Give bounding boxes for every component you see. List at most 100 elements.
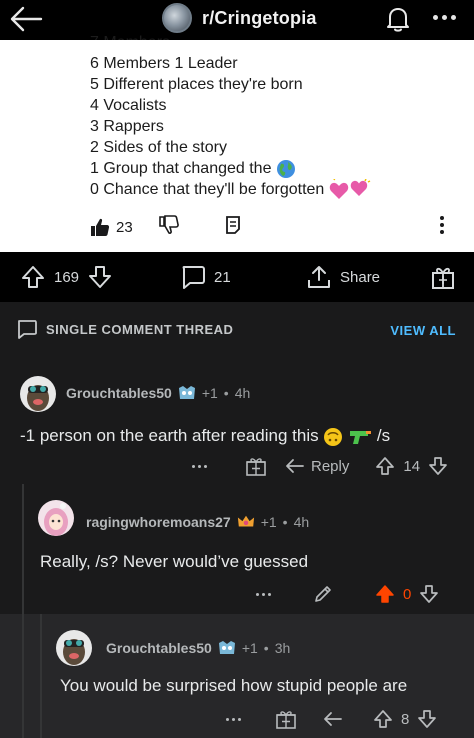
comment-actions: 0 bbox=[256, 584, 439, 604]
reply-button[interactable]: Reply bbox=[285, 457, 349, 475]
avatar-image bbox=[56, 630, 92, 666]
post-actions: 23 bbox=[90, 214, 241, 240]
subreddit-header[interactable]: r/Cringetopia bbox=[162, 2, 317, 34]
avatar[interactable] bbox=[38, 500, 74, 536]
back-button[interactable] bbox=[6, 2, 46, 36]
comment-score: 0 bbox=[403, 585, 412, 603]
bell-icon bbox=[387, 8, 409, 32]
like-count: 23 bbox=[116, 218, 133, 236]
separator-dot: • bbox=[223, 385, 229, 401]
water-pistol-emoji-icon bbox=[350, 430, 372, 444]
comment-author[interactable]: Grouchtables50 bbox=[106, 640, 212, 656]
post-line: 7 Members bbox=[90, 32, 371, 53]
post-line: 5 Different places they're born bbox=[90, 76, 303, 93]
separator-dot: • bbox=[282, 514, 288, 530]
more-dot-icon bbox=[440, 223, 444, 227]
comment-bubble-icon bbox=[182, 266, 205, 289]
reply-arrow-icon[interactable] bbox=[323, 710, 343, 728]
view-all-link[interactable]: VIEW ALL bbox=[390, 323, 456, 338]
comment-meta: Grouchtables50 +1 • 4h bbox=[66, 385, 250, 401]
globe-emoji-icon bbox=[276, 159, 295, 178]
comment-meta: Grouchtables50 +1 • 3h bbox=[106, 640, 290, 656]
document-icon bbox=[225, 215, 240, 234]
comment-bubble-icon bbox=[18, 320, 37, 339]
more-dot-icon bbox=[441, 14, 447, 20]
report-button[interactable] bbox=[225, 215, 241, 240]
award-button[interactable] bbox=[430, 264, 456, 290]
avatar[interactable] bbox=[20, 376, 56, 412]
comment-body: Really, /s? Never would’ve guessed bbox=[40, 552, 309, 571]
post-line: 2 Sides of the story bbox=[90, 139, 227, 156]
heart-emoji-icon bbox=[329, 179, 371, 199]
pencil-icon[interactable] bbox=[313, 584, 333, 604]
upvote-arrow-icon[interactable] bbox=[375, 584, 395, 604]
thumbs-up-icon bbox=[91, 218, 110, 236]
comment-body: You would be surprised how stupid people… bbox=[60, 676, 408, 695]
downvote-arrow-icon[interactable] bbox=[419, 584, 439, 604]
comment-score: 8 bbox=[401, 710, 410, 728]
comment-reply-highlighted: Grouchtables50 +1 • 3h You would be surp… bbox=[0, 614, 474, 738]
more-dot-icon bbox=[450, 14, 456, 20]
more-dot-icon bbox=[432, 14, 438, 20]
comment-meta: ragingwhoremoans27 +1 • 4h bbox=[86, 514, 309, 530]
thread-line bbox=[22, 614, 24, 738]
share-icon bbox=[308, 266, 330, 288]
downvote-arrow-icon[interactable] bbox=[417, 709, 437, 729]
post-line: 6 Members 1 Leader bbox=[90, 55, 238, 72]
upside-down-face-emoji-icon bbox=[324, 427, 343, 446]
comment-more-button[interactable] bbox=[256, 592, 271, 596]
flair-icon bbox=[178, 386, 195, 399]
upvote-arrow-icon[interactable] bbox=[373, 709, 393, 729]
share-button[interactable]: Share bbox=[306, 264, 380, 290]
dislike-button[interactable] bbox=[158, 214, 179, 240]
share-label: Share bbox=[340, 268, 381, 286]
post-score: 169 bbox=[54, 268, 80, 286]
comment-actions: 8 bbox=[226, 708, 437, 730]
comments-button[interactable]: 21 bbox=[180, 264, 231, 290]
post-line: 3 Rappers bbox=[90, 118, 164, 135]
upvote-arrow-icon[interactable] bbox=[20, 264, 46, 290]
back-arrow-icon bbox=[10, 6, 43, 32]
single-thread-bar: SINGLE COMMENT THREAD VIEW ALL bbox=[0, 302, 474, 360]
single-thread-label: SINGLE COMMENT THREAD bbox=[16, 318, 233, 340]
post-text: 7 Members 6 Members 1 Leader 5 Different… bbox=[90, 32, 371, 200]
thread-line bbox=[22, 484, 24, 614]
reply-arrow-icon bbox=[286, 459, 304, 473]
post-line: 0 Chance that they'll be forgotten bbox=[90, 179, 371, 200]
more-dot-icon bbox=[440, 230, 444, 234]
upvote-arrow-icon[interactable] bbox=[375, 456, 395, 476]
subreddit-name: r/Cringetopia bbox=[202, 7, 317, 28]
comment-author[interactable]: Grouchtables50 bbox=[66, 385, 172, 401]
comment: Grouchtables50 +1 • 4h -1 person on the … bbox=[0, 360, 474, 484]
post-line: 4 Vocalists bbox=[90, 97, 167, 114]
comment-body: -1 person on the earth after reading thi… bbox=[20, 426, 391, 446]
post-line: 1 Group that changed the bbox=[90, 158, 371, 179]
subreddit-avatar bbox=[162, 3, 192, 33]
post-vote-group: 169 bbox=[20, 264, 113, 290]
comment-author[interactable]: ragingwhoremoans27 bbox=[86, 514, 231, 530]
gift-icon[interactable] bbox=[275, 708, 297, 730]
downvote-arrow-icon[interactable] bbox=[87, 264, 113, 290]
comment-karma: +1 bbox=[201, 385, 218, 401]
downvote-arrow-icon[interactable] bbox=[428, 456, 448, 476]
crown-flair-icon bbox=[237, 515, 254, 527]
more-options-button[interactable] bbox=[424, 6, 464, 28]
comment-karma: +1 bbox=[241, 640, 258, 656]
avatar-image bbox=[20, 376, 56, 412]
gift-icon bbox=[432, 267, 454, 289]
comment-more-button[interactable] bbox=[192, 464, 207, 468]
comment-thread: Grouchtables50 +1 • 4h -1 person on the … bbox=[0, 360, 474, 738]
comment-time: 4h bbox=[293, 514, 310, 530]
comment-karma: +1 bbox=[260, 514, 277, 530]
comment-more-button[interactable] bbox=[226, 717, 241, 721]
notification-button[interactable] bbox=[380, 2, 416, 36]
gift-icon[interactable] bbox=[245, 455, 267, 477]
separator-dot: • bbox=[263, 640, 269, 656]
flair-icon bbox=[218, 641, 235, 654]
post-more-button[interactable] bbox=[440, 216, 444, 234]
post-action-bar: 169 21 Share bbox=[0, 252, 474, 302]
avatar[interactable] bbox=[56, 630, 92, 666]
thumbs-down-icon bbox=[158, 214, 179, 234]
like-button[interactable]: 23 bbox=[90, 217, 133, 237]
comment-time: 4h bbox=[234, 385, 251, 401]
